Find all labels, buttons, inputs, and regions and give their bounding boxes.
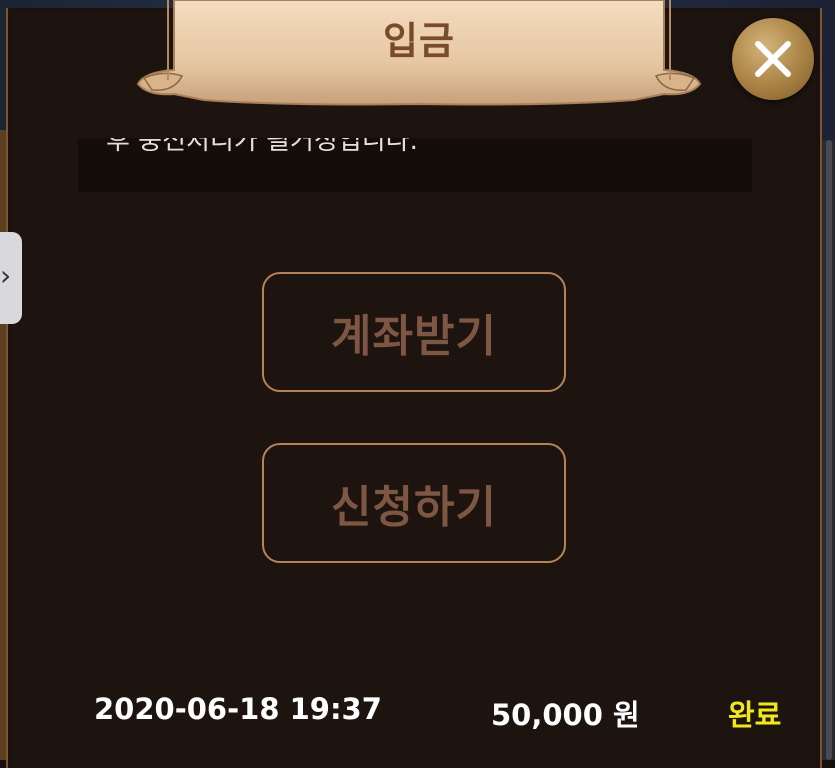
close-icon	[755, 41, 791, 77]
history-date: 2020-06-18 19:37	[94, 692, 382, 726]
title-banner: 입금	[134, 0, 704, 110]
deposit-history-row: 2020-06-18 19:37 50,000 원 완료	[0, 692, 835, 736]
get-account-button[interactable]: 계좌받기	[262, 272, 566, 392]
apply-label: 신청하기	[331, 482, 497, 533]
page-scrollbar[interactable]	[821, 140, 835, 760]
scrollbar-thumb[interactable]	[826, 140, 832, 760]
get-account-label: 계좌받기	[331, 311, 497, 362]
history-amount: 50,000 원	[491, 698, 640, 732]
apply-button[interactable]: 신청하기	[262, 443, 566, 563]
notice-panel: 후 충전처리가 될거정입니다.	[78, 138, 752, 192]
side-panel-handle[interactable]: ›	[0, 232, 22, 324]
close-button[interactable]	[732, 18, 814, 100]
dialog-title: 입금	[383, 19, 455, 63]
history-status: 완료	[728, 698, 782, 732]
notice-text: 후 충전처리가 될거정입니다.	[106, 138, 418, 156]
chevron-right-icon: ›	[0, 259, 12, 292]
